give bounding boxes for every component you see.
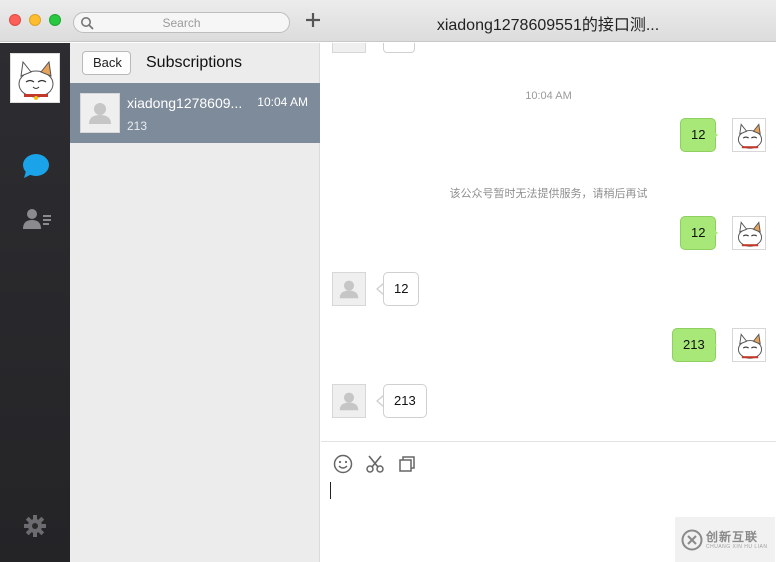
- settings-gear-icon[interactable]: [23, 514, 47, 538]
- watermark-logo: 创新互联 CHUANG XIN HU LIAN: [675, 517, 775, 562]
- sender-avatar[interactable]: [332, 272, 366, 306]
- person-icon: [89, 103, 111, 124]
- conversation-time: 10:04 AM: [257, 95, 308, 109]
- sender-avatar[interactable]: [332, 384, 366, 418]
- outgoing-message-bubble[interactable]: 12: [680, 118, 717, 152]
- search-input[interactable]: Search: [73, 12, 290, 33]
- watermark-subtext: CHUANG XIN HU LIAN: [706, 544, 768, 550]
- incoming-message-bubble[interactable]: 213: [383, 384, 427, 418]
- bubble-tail: [711, 340, 717, 350]
- subscriptions-header: Back Subscriptions: [70, 43, 320, 83]
- watermark-logo-icon: [681, 529, 703, 551]
- contacts-icon[interactable]: [22, 207, 52, 231]
- outgoing-message-bubble[interactable]: 12: [680, 216, 717, 250]
- add-button[interactable]: [302, 9, 324, 31]
- my-message-avatar[interactable]: [732, 118, 766, 152]
- text-cursor: [330, 482, 331, 499]
- copy-icon[interactable]: [397, 454, 417, 474]
- message-avatar: [332, 43, 366, 53]
- cat-avatar-icon: [18, 60, 54, 100]
- scissors-icon[interactable]: [365, 454, 385, 474]
- subscriptions-panel: Back Subscriptions xiadong1278609... 10:…: [70, 43, 320, 562]
- app-sidebar: [0, 43, 70, 562]
- person-icon: [339, 280, 359, 299]
- my-message-avatar[interactable]: [732, 328, 766, 362]
- chat-bubble-icon[interactable]: [22, 153, 50, 179]
- cat-avatar-icon: [737, 221, 763, 247]
- outgoing-message-bubble[interactable]: 213: [672, 328, 716, 362]
- window-titlebar: Search xiadong1278609551的接口测...: [0, 0, 776, 42]
- bubble-tail: [712, 130, 718, 140]
- message-bubble: [383, 43, 415, 53]
- cat-avatar-icon: [737, 333, 763, 359]
- person-icon: [339, 392, 359, 411]
- message-timestamp: 10:04 AM: [525, 90, 572, 102]
- watermark-text: 创新互联: [706, 530, 759, 544]
- back-button[interactable]: Back: [82, 51, 131, 75]
- system-notice: 该公众号暂时无法提供服务，请稍后再试: [449, 188, 648, 200]
- conversation-name: xiadong1278609...: [127, 95, 243, 111]
- maximize-window-button[interactable]: [49, 14, 61, 26]
- my-message-avatar[interactable]: [732, 216, 766, 250]
- window-title: xiadong1278609551的接口测...: [436, 17, 660, 34]
- close-window-button[interactable]: [9, 14, 21, 26]
- search-placeholder: Search: [162, 16, 201, 30]
- default-avatar: [80, 93, 120, 133]
- conversation-preview: 213: [127, 119, 148, 133]
- conversation-item[interactable]: xiadong1278609... 10:04 AM 213: [70, 83, 320, 143]
- emoji-icon[interactable]: [333, 454, 353, 474]
- my-avatar[interactable]: [10, 53, 60, 103]
- cat-avatar-icon: [737, 123, 763, 149]
- bubble-tail: [712, 228, 718, 238]
- panel-title: Subscriptions: [146, 54, 243, 71]
- incoming-message-bubble[interactable]: 12: [383, 272, 420, 306]
- minimize-window-button[interactable]: [29, 14, 41, 26]
- chat-messages-area[interactable]: 10:04 AM 12 该公众号暂时无法提供服务，请稍后再试 12 12 213…: [321, 43, 776, 441]
